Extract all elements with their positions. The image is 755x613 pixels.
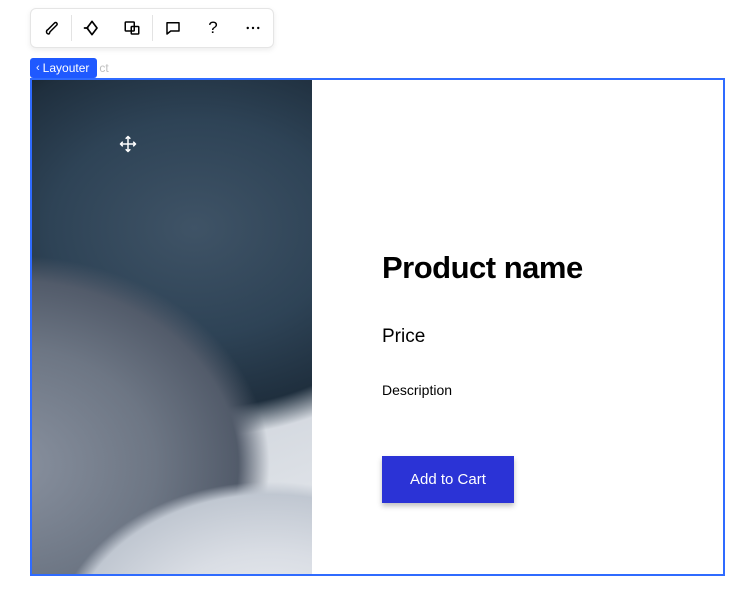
floating-toolbar: ? bbox=[30, 8, 274, 48]
animation-button[interactable] bbox=[72, 9, 112, 47]
move-cursor-icon bbox=[118, 134, 138, 154]
responsive-button[interactable] bbox=[112, 9, 152, 47]
selection-tag-label: Layouter bbox=[43, 61, 90, 75]
help-icon: ? bbox=[208, 18, 217, 38]
selection-tag[interactable]: ‹ Layouter bbox=[30, 58, 97, 78]
chevron-left-icon: ‹ bbox=[36, 63, 40, 74]
breadcrumb: ‹ Layouter ct bbox=[30, 58, 109, 78]
responsive-icon bbox=[123, 19, 141, 37]
comment-icon bbox=[164, 19, 182, 37]
product-title[interactable]: Product name bbox=[382, 250, 703, 286]
brush-icon bbox=[42, 19, 60, 37]
selected-section[interactable]: Product name Price Description Add to Ca… bbox=[30, 78, 725, 576]
product-details-panel: Product name Price Description Add to Ca… bbox=[312, 80, 723, 574]
add-to-cart-button[interactable]: Add to Cart bbox=[382, 456, 514, 503]
comment-button[interactable] bbox=[153, 9, 193, 47]
more-button[interactable] bbox=[233, 9, 273, 47]
brush-button[interactable] bbox=[31, 9, 71, 47]
product-description[interactable]: Description bbox=[382, 382, 703, 398]
more-icon bbox=[244, 19, 262, 37]
animation-icon bbox=[82, 18, 102, 38]
product-image[interactable] bbox=[32, 80, 312, 574]
product-price[interactable]: Price bbox=[382, 326, 703, 348]
help-button[interactable]: ? bbox=[193, 9, 233, 47]
breadcrumb-faded-text: ct bbox=[99, 61, 108, 75]
